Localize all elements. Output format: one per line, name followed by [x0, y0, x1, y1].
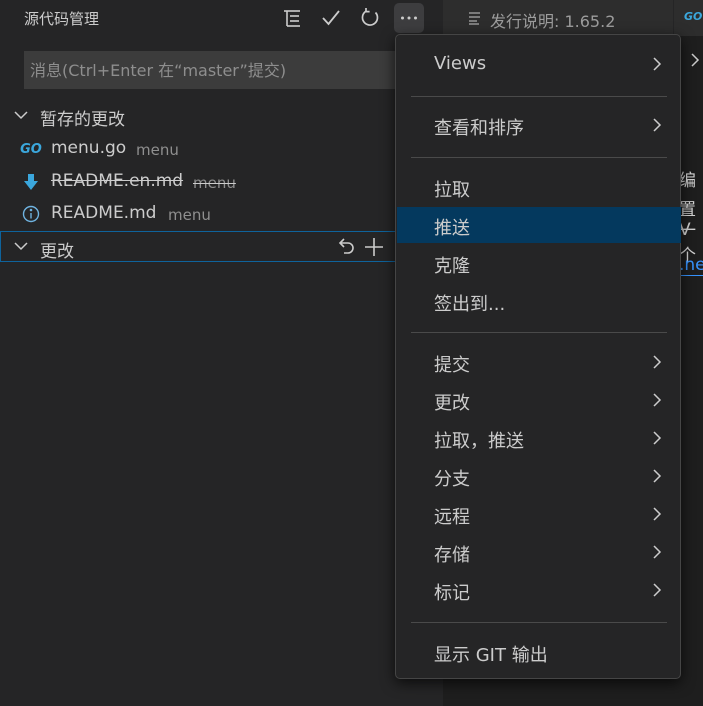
staged-file-row[interactable]: README.en.md menu [0, 166, 443, 198]
tree-list-icon [284, 10, 300, 27]
menu-item-tags[interactable]: 标记 [397, 572, 681, 608]
download-arrow-icon [18, 172, 44, 192]
chevron-right-icon [653, 507, 662, 521]
editor-text-fragment: 编 [679, 171, 696, 191]
menu-item-label: 推送 [434, 218, 470, 239]
info-icon [18, 204, 44, 224]
tab-label: 发行说明: 1.65.2 [490, 12, 616, 31]
menu-separator [411, 622, 667, 623]
staged-file-row[interactable]: README.md menu [0, 198, 443, 230]
refresh-icon [361, 8, 379, 26]
go-file-icon: GO [684, 10, 703, 23]
editor-tab-bar: 发行说明: 1.65.2 GO [443, 0, 703, 36]
menu-item-views[interactable]: Views [397, 46, 681, 82]
menu-item-label: 拉取 [434, 180, 470, 201]
menu-separator [411, 96, 667, 97]
view-as-tree-button[interactable] [277, 3, 307, 33]
file-directory: menu [136, 141, 179, 159]
menu-separator [411, 332, 667, 333]
preview-lines-icon [469, 12, 480, 25]
menu-item-label: 查看和排序 [434, 118, 524, 139]
chevron-right-icon [691, 53, 700, 67]
menu-item-label: 提交 [434, 355, 470, 376]
discard-all-icon[interactable] [335, 236, 357, 258]
file-directory: menu [168, 206, 211, 224]
menu-item-view-sort[interactable]: 查看和排序 [397, 107, 681, 143]
chevron-down-icon [14, 111, 28, 120]
chevron-right-icon [653, 57, 662, 71]
chevron-right-icon [653, 583, 662, 597]
menu-item-show-git-output[interactable]: 显示 GIT 输出 [397, 634, 681, 670]
commit-message-input[interactable] [24, 51, 404, 89]
scm-title: 源代码管理 [24, 10, 100, 28]
changes-header[interactable]: 更改 [0, 231, 443, 262]
menu-item-remote[interactable]: 远程 [397, 496, 681, 532]
chevron-right-icon [653, 393, 662, 407]
menu-item-label: 远程 [434, 507, 470, 528]
menu-item-checkout[interactable]: 签出到... [397, 283, 681, 319]
chevron-right-icon [653, 355, 662, 369]
menu-item-branch[interactable]: 分支 [397, 458, 681, 494]
menu-item-pull-push[interactable]: 拉取，推送 [397, 420, 681, 456]
staged-changes-label: 暂存的更改 [40, 110, 125, 130]
chevron-right-icon [653, 431, 662, 445]
menu-item-label: 存储 [434, 545, 470, 566]
staged-changes-header[interactable]: 暂存的更改 [0, 100, 443, 130]
chevron-right-icon [653, 469, 662, 483]
menu-item-label: 标记 [434, 583, 470, 604]
editor-link-fragment[interactable]: .ne [679, 255, 703, 276]
menu-item-label: 分支 [434, 469, 470, 490]
refresh-button[interactable] [355, 3, 385, 33]
chevron-down-icon [14, 242, 28, 251]
staged-file-row[interactable]: GO menu.go menu [0, 133, 443, 165]
menu-item-label: Views [434, 53, 487, 74]
menu-item-stash[interactable]: 存储 [397, 534, 681, 570]
source-control-panel: 源代码管理 消息(Ctrl+Enter 在“master”提交) 暂存的更改 G… [0, 0, 443, 706]
menu-item-push[interactable]: 推送 [397, 207, 681, 243]
stage-all-icon[interactable] [363, 236, 385, 258]
menu-item-label: 拉取，推送 [434, 431, 524, 452]
file-directory: menu [193, 174, 236, 192]
chevron-right-icon [653, 118, 662, 132]
tab-release-notes[interactable]: 发行说明: 1.65.2 [443, 0, 673, 36]
tab-go-file[interactable]: GO [673, 0, 703, 36]
chevron-right-icon [653, 545, 662, 559]
menu-item-changes[interactable]: 更改 [397, 382, 681, 418]
go-file-icon: GO [20, 141, 42, 157]
file-name: README.en.md [51, 171, 184, 191]
check-icon [322, 10, 340, 26]
more-actions-button[interactable] [394, 3, 424, 33]
menu-separator [411, 157, 667, 158]
menu-item-commit[interactable]: 提交 [397, 344, 681, 380]
menu-item-label: 更改 [434, 393, 470, 414]
menu-item-label: 显示 GIT 输出 [434, 645, 548, 666]
menu-item-label: 签出到... [434, 294, 506, 315]
scm-header: 源代码管理 [0, 0, 443, 36]
ellipsis-icon [401, 16, 417, 20]
file-name: README.md [51, 203, 157, 223]
commit-button[interactable] [316, 3, 346, 33]
changes-label: 更改 [40, 242, 74, 262]
menu-item-clone[interactable]: 克隆 [397, 245, 681, 281]
menu-item-pull[interactable]: 拉取 [397, 169, 681, 205]
file-name: menu.go [51, 138, 127, 158]
scm-more-actions-menu: Views 查看和排序 拉取 推送 克隆 签出到... 提交 更改 拉取，推送 … [395, 34, 681, 679]
menu-item-label: 克隆 [434, 256, 470, 277]
